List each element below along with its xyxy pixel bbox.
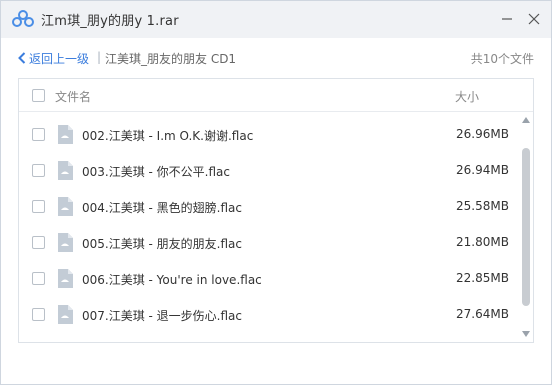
row-checkbox[interactable] (32, 128, 45, 141)
close-icon (528, 13, 540, 25)
archive-preview-window: 江m琪_朋y的朋y 1.rar 返回上一级 | 江美琪_朋友的朋友 CD1 共1… (0, 0, 552, 385)
file-row[interactable]: 003.江美琪 - 你不公平.flac 26.94MB (19, 153, 519, 189)
scroll-up-arrow-icon[interactable] (522, 117, 530, 123)
select-all-checkbox[interactable] (32, 89, 45, 102)
file-row[interactable]: 002.江美琪 - I.m O.K.谢谢.flac 26.96MB (19, 117, 519, 153)
file-name: 007.江美琪 - 退一步伤心.flac (82, 309, 243, 323)
file-size: 25.58MB (456, 199, 509, 213)
column-header-name[interactable]: 文件名 (55, 88, 91, 105)
file-size: 27.64MB (456, 307, 509, 321)
file-list: 文件名 大小 002.江美琪 - I.m O.K.谢谢.flac 26.96MB (18, 78, 534, 343)
audio-file-icon (58, 125, 73, 144)
file-name: 006.江美琪 - You're in love.flac (82, 273, 262, 287)
file-size: 21.80MB (456, 235, 509, 249)
scroll-down-arrow-icon[interactable] (522, 331, 530, 337)
window-title: 江m琪_朋y的朋y 1.rar (41, 14, 179, 29)
minimize-button[interactable] (495, 7, 519, 31)
row-checkbox[interactable] (32, 200, 45, 213)
cloud-logo-icon (12, 10, 34, 27)
file-count: 共10个文件 (470, 52, 534, 66)
row-checkbox[interactable] (32, 236, 45, 249)
audio-file-icon (58, 233, 73, 252)
file-size: 22.85MB (456, 271, 509, 285)
file-row[interactable]: 007.江美琪 - 退一步伤心.flac 27.64MB (19, 297, 519, 333)
file-rows: 002.江美琪 - I.m O.K.谢谢.flac 26.96MB 003.江美… (19, 117, 519, 333)
file-name: 005.江美琪 - 朋友的朋友.flac (82, 237, 243, 251)
file-row[interactable]: 005.江美琪 - 朋友的朋友.flac 21.80MB (19, 225, 519, 261)
title-bar: 江m琪_朋y的朋y 1.rar (1, 1, 551, 38)
list-header: 文件名 大小 (19, 79, 533, 112)
breadcrumb-separator: | (97, 50, 102, 64)
audio-file-icon (58, 197, 73, 216)
chevron-left-icon (18, 52, 26, 64)
row-checkbox[interactable] (32, 308, 45, 321)
file-row[interactable]: 006.江美琪 - You're in love.flac 22.85MB (19, 261, 519, 297)
file-row[interactable]: 004.江美琪 - 黑色的翅膀.flac 25.58MB (19, 189, 519, 225)
column-header-size[interactable]: 大小 (455, 88, 479, 105)
audio-file-icon (58, 269, 73, 288)
file-name: 004.江美琪 - 黑色的翅膀.flac (82, 201, 243, 215)
row-checkbox[interactable] (32, 164, 45, 177)
scrollbar-thumb[interactable] (522, 148, 530, 306)
breadcrumb: 返回上一级 | 江美琪_朋友的朋友 CD1 共10个文件 (1, 38, 551, 78)
file-size: 26.96MB (456, 127, 509, 141)
minimize-icon (502, 18, 512, 20)
back-button[interactable]: 返回上一级 (18, 50, 89, 66)
current-folder: 江美琪_朋友的朋友 CD1 (105, 52, 237, 66)
row-checkbox[interactable] (32, 272, 45, 285)
close-button[interactable] (522, 7, 546, 31)
file-name: 003.江美琪 - 你不公平.flac (82, 165, 231, 179)
file-name: 002.江美琪 - I.m O.K.谢谢.flac (82, 129, 254, 143)
audio-file-icon (58, 305, 73, 324)
file-size: 26.94MB (456, 163, 509, 177)
audio-file-icon (58, 161, 73, 180)
back-label: 返回上一级 (29, 51, 90, 66)
vertical-scrollbar[interactable] (519, 117, 533, 341)
